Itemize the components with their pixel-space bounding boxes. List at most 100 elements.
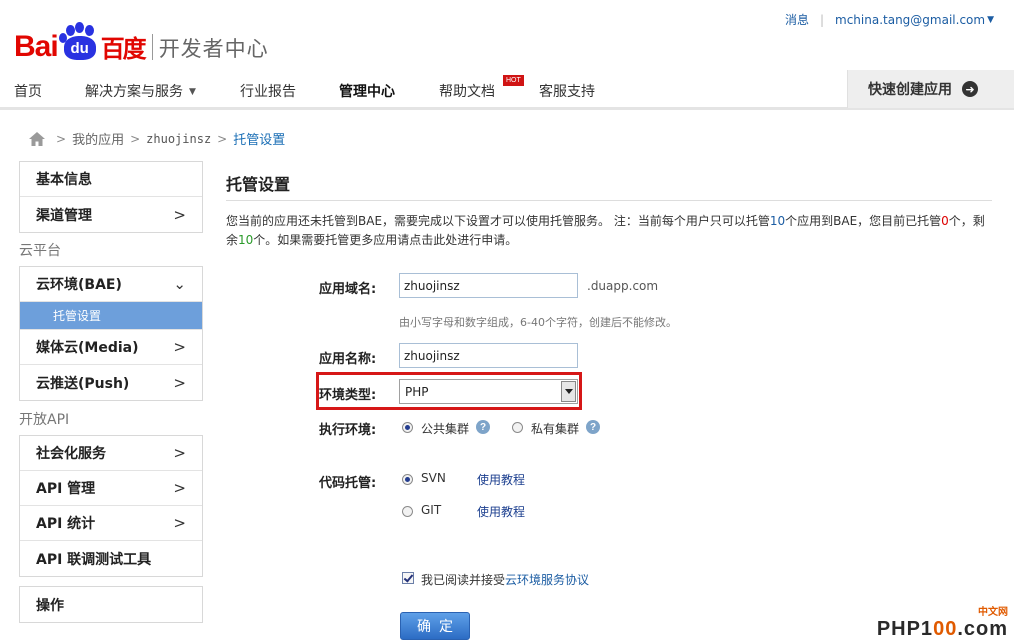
title-divider bbox=[226, 200, 992, 201]
sidebar-item-push[interactable]: 云推送(Push) > bbox=[20, 365, 202, 400]
top-divider: | bbox=[819, 12, 825, 27]
chevron-down-icon: ⌄ bbox=[173, 275, 186, 293]
notice-text: 个。如果需要托管更多应用请点击此处进行申请。 bbox=[253, 233, 518, 247]
messages-link[interactable]: 消息 bbox=[785, 11, 809, 28]
logo-bai-text: Bai bbox=[14, 30, 59, 63]
sidebar-item-label: API 联调测试工具 bbox=[36, 551, 152, 568]
watermark-part: 0 bbox=[933, 618, 946, 640]
breadcrumb-current: 托管设置 bbox=[233, 133, 286, 148]
breadcrumb: > 我的应用 > zhuojinsz > 托管设置 bbox=[28, 129, 285, 148]
nav-support[interactable]: 客服支持 bbox=[539, 81, 595, 101]
public-cluster-label[interactable]: 公共集群 bbox=[421, 420, 469, 437]
agreement-link[interactable]: 云环境服务协议 bbox=[505, 573, 589, 587]
sidebar-item-basic-info[interactable]: 基本信息 bbox=[20, 162, 202, 197]
app-name-input[interactable] bbox=[399, 343, 578, 368]
user-menu-link[interactable]: mchina.tang@gmail.com bbox=[835, 13, 985, 27]
home-icon[interactable] bbox=[28, 131, 46, 147]
baidu-logo[interactable]: Bai du 百度 开发者中心 bbox=[14, 12, 269, 62]
sidebar-item-operations[interactable]: 操作 bbox=[20, 587, 202, 622]
sidebar-section-cloud: 云平台 bbox=[19, 243, 61, 259]
confirm-button[interactable]: 确定 bbox=[400, 612, 470, 640]
watermark-big-text: PHP100.com bbox=[877, 618, 1008, 640]
sidebar-item-channel[interactable]: 渠道管理 > bbox=[20, 197, 202, 232]
chevron-right-icon: > bbox=[217, 131, 228, 146]
logo-du-text: du bbox=[63, 36, 96, 60]
svn-tutorial-link[interactable]: 使用教程 bbox=[477, 471, 525, 488]
chevron-right-icon: > bbox=[56, 131, 67, 146]
hot-badge: HOT bbox=[503, 75, 524, 86]
nav-management[interactable]: 管理中心 bbox=[339, 81, 395, 101]
radio-git[interactable] bbox=[402, 506, 413, 517]
sidebar-item-media[interactable]: 媒体云(Media) > bbox=[20, 330, 202, 365]
chevron-right-icon: > bbox=[173, 514, 186, 532]
dropdown-arrow-icon[interactable] bbox=[561, 381, 576, 402]
git-label[interactable]: GIT bbox=[421, 503, 441, 517]
svn-label[interactable]: SVN bbox=[421, 471, 446, 485]
sidebar-item-hosting[interactable]: 托管设置 bbox=[20, 302, 202, 330]
radio-public-cluster[interactable] bbox=[402, 422, 413, 433]
sidebar-item-api-debug[interactable]: API 联调测试工具 bbox=[20, 541, 202, 576]
agree-text: 我已阅读并接受云环境服务协议 bbox=[421, 571, 589, 588]
app-name-label: 应用名称: bbox=[319, 352, 377, 367]
quick-create-label: 快速创建应用 bbox=[868, 82, 952, 98]
radio-svn[interactable] bbox=[402, 474, 413, 485]
sidebar-item-label: API 管理 bbox=[36, 481, 96, 497]
private-cluster-label[interactable]: 私有集群 bbox=[531, 420, 579, 437]
notice-remaining-count: 10 bbox=[238, 233, 254, 247]
chevron-right-icon: > bbox=[173, 338, 186, 356]
sidebar-item-social[interactable]: 社会化服务 > bbox=[20, 436, 202, 471]
sidebar-group-api: 社会化服务 > API 管理 > API 统计 > API 联调测试工具 bbox=[19, 435, 203, 577]
notice-text: 个应用到BAE，您目前已托管 bbox=[785, 214, 942, 228]
nav-reports[interactable]: 行业报告 bbox=[240, 81, 296, 101]
nav-solutions[interactable]: 解决方案与服务 ▼ bbox=[85, 81, 196, 101]
radio-private-cluster[interactable] bbox=[512, 422, 523, 433]
question-help-icon[interactable]: ? bbox=[476, 420, 490, 434]
env-type-select[interactable]: PHP bbox=[399, 379, 578, 404]
agree-prefix: 我已阅读并接受 bbox=[421, 573, 506, 587]
domain-input[interactable] bbox=[399, 273, 578, 298]
chevron-right-icon: > bbox=[173, 205, 186, 224]
sidebar-item-label: API 统计 bbox=[36, 516, 96, 532]
nav-home[interactable]: 首页 bbox=[14, 81, 42, 101]
notice-limit-count: 10 bbox=[769, 214, 786, 228]
notice-used-count: 0 bbox=[941, 214, 949, 228]
domain-label: 应用域名: bbox=[319, 282, 377, 297]
sidebar-section-api: 开放API bbox=[19, 412, 70, 428]
nav-solutions-label: 解决方案与服务 bbox=[85, 84, 183, 100]
watermark-small-text: 中文网 bbox=[978, 607, 1008, 618]
chevron-right-icon: > bbox=[173, 479, 186, 497]
nav-help-docs[interactable]: 帮助文档 bbox=[439, 81, 495, 101]
sidebar-item-api-stats[interactable]: API 统计 > bbox=[20, 506, 202, 541]
env-type-label: 环境类型: bbox=[319, 388, 377, 403]
sidebar-item-label: 社会化服务 bbox=[36, 446, 106, 462]
breadcrumb-app[interactable]: zhuojinsz bbox=[146, 132, 211, 146]
git-tutorial-link[interactable]: 使用教程 bbox=[477, 503, 525, 520]
sidebar-item-label: 渠道管理 bbox=[36, 207, 92, 224]
question-help-icon[interactable]: ? bbox=[586, 420, 600, 434]
sidebar-item-api-mgmt[interactable]: API 管理 > bbox=[20, 471, 202, 506]
sidebar-item-bae[interactable]: 云环境(BAE) ⌄ bbox=[20, 267, 202, 302]
domain-hint: 由小写字母和数字组成，6-40个字符，创建后不能修改。 bbox=[399, 316, 677, 329]
quick-create-app-button[interactable]: 快速创建应用 ➜ bbox=[847, 70, 1014, 108]
sidebar-group-cloud: 云环境(BAE) ⌄ 托管设置 媒体云(Media) > 云推送(Push) > bbox=[19, 266, 203, 401]
main-nav: 首页 解决方案与服务 ▼ 行业报告 管理中心 帮助文档 HOT 客服支持 快速创建… bbox=[0, 70, 1014, 110]
arrow-right-icon: ➜ bbox=[962, 81, 978, 97]
agree-checkbox[interactable] bbox=[402, 572, 414, 584]
breadcrumb-my-apps[interactable]: 我的应用 bbox=[72, 129, 124, 148]
sidebar-item-label: 云推送(Push) bbox=[36, 375, 130, 392]
paw-logo-icon: du bbox=[58, 22, 100, 62]
watermark-part: 0 bbox=[945, 618, 958, 640]
chevron-right-icon: > bbox=[130, 131, 141, 146]
caret-down-icon[interactable]: ▼ bbox=[987, 15, 994, 25]
watermark-part: PHP1 bbox=[876, 618, 934, 640]
sidebar-item-label: 基本信息 bbox=[36, 172, 92, 188]
hosting-notice: 您当前的应用还未托管到BAE，需要完成以下设置才可以使用托管服务。 注：当前每个… bbox=[226, 212, 988, 250]
logo-subtitle: 开发者中心 bbox=[158, 37, 269, 61]
domain-suffix: .duapp.com bbox=[587, 279, 659, 293]
env-type-value: PHP bbox=[405, 384, 429, 399]
logo-divider bbox=[151, 34, 153, 60]
sidebar-group-app: 基本信息 渠道管理 > bbox=[19, 161, 203, 233]
top-links: 消息 | mchina.tang@gmail.com ▼ bbox=[785, 11, 994, 28]
watermark-part: .com bbox=[957, 618, 1008, 640]
triangle-down-icon: ▼ bbox=[189, 87, 196, 97]
